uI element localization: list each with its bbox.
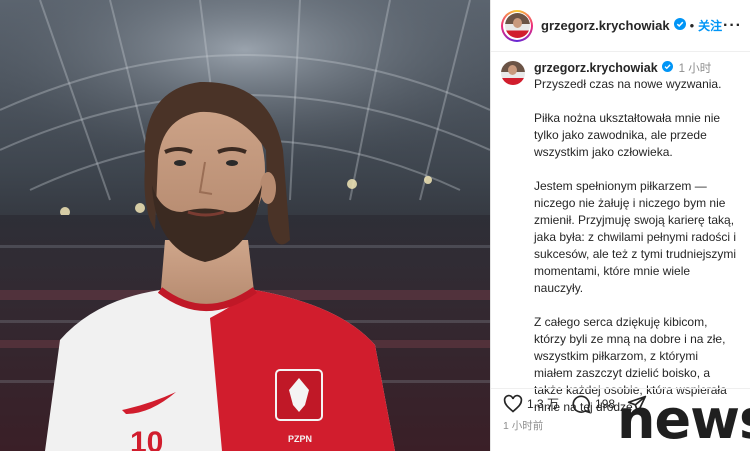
post-header: grzegorz.krychowiak • 关注 ··· [491, 0, 750, 52]
like-count: 1.3 万 [527, 397, 560, 411]
caption: grzegorz.krychowiak 1 小时 Przyszedł czas … [491, 52, 750, 433]
caption-text: Przyszedł czas na nowe wyzwania. Piłka n… [534, 76, 738, 416]
caption-time: 1 小时 [678, 63, 712, 75]
like-button[interactable]: 1.3 万 [503, 394, 559, 414]
separator-dot: • [689, 18, 695, 33]
caption-avatar[interactable] [501, 61, 525, 85]
comment-count: 198 [595, 396, 616, 411]
follow-button[interactable]: 关注 [698, 17, 722, 34]
comment-button[interactable]: 198 [571, 394, 615, 414]
caption-paragraph: Piłka nożna ukształtowała mnie nie tylko… [534, 111, 721, 159]
verified-badge-icon [661, 61, 673, 75]
avatar [504, 13, 530, 38]
post-panel: grzegorz.krychowiak • 关注 ··· grzegorz.kr… [490, 0, 750, 451]
jersey-number: 10 [130, 426, 163, 451]
crest-label: PZPN [288, 434, 312, 444]
caption-username[interactable]: grzegorz.krychowiak [534, 61, 658, 75]
post-photo[interactable]: PZPN 10 [0, 0, 490, 451]
caption-paragraph: Przyszedł czas na nowe wyzwania. [534, 77, 722, 91]
news-watermark: news [617, 388, 750, 451]
more-options-icon[interactable]: ··· [723, 17, 742, 35]
verified-badge-icon [673, 17, 686, 35]
post-timestamp: 1 小时前 [503, 420, 544, 432]
caption-paragraph: Jestem spełnionym piłkarzem — niczego ni… [534, 179, 737, 295]
heart-icon [503, 394, 523, 413]
story-avatar[interactable] [501, 9, 533, 42]
player-photo: PZPN 10 [0, 0, 490, 451]
comment-icon [572, 394, 591, 413]
header-username[interactable]: grzegorz.krychowiak [541, 18, 670, 33]
